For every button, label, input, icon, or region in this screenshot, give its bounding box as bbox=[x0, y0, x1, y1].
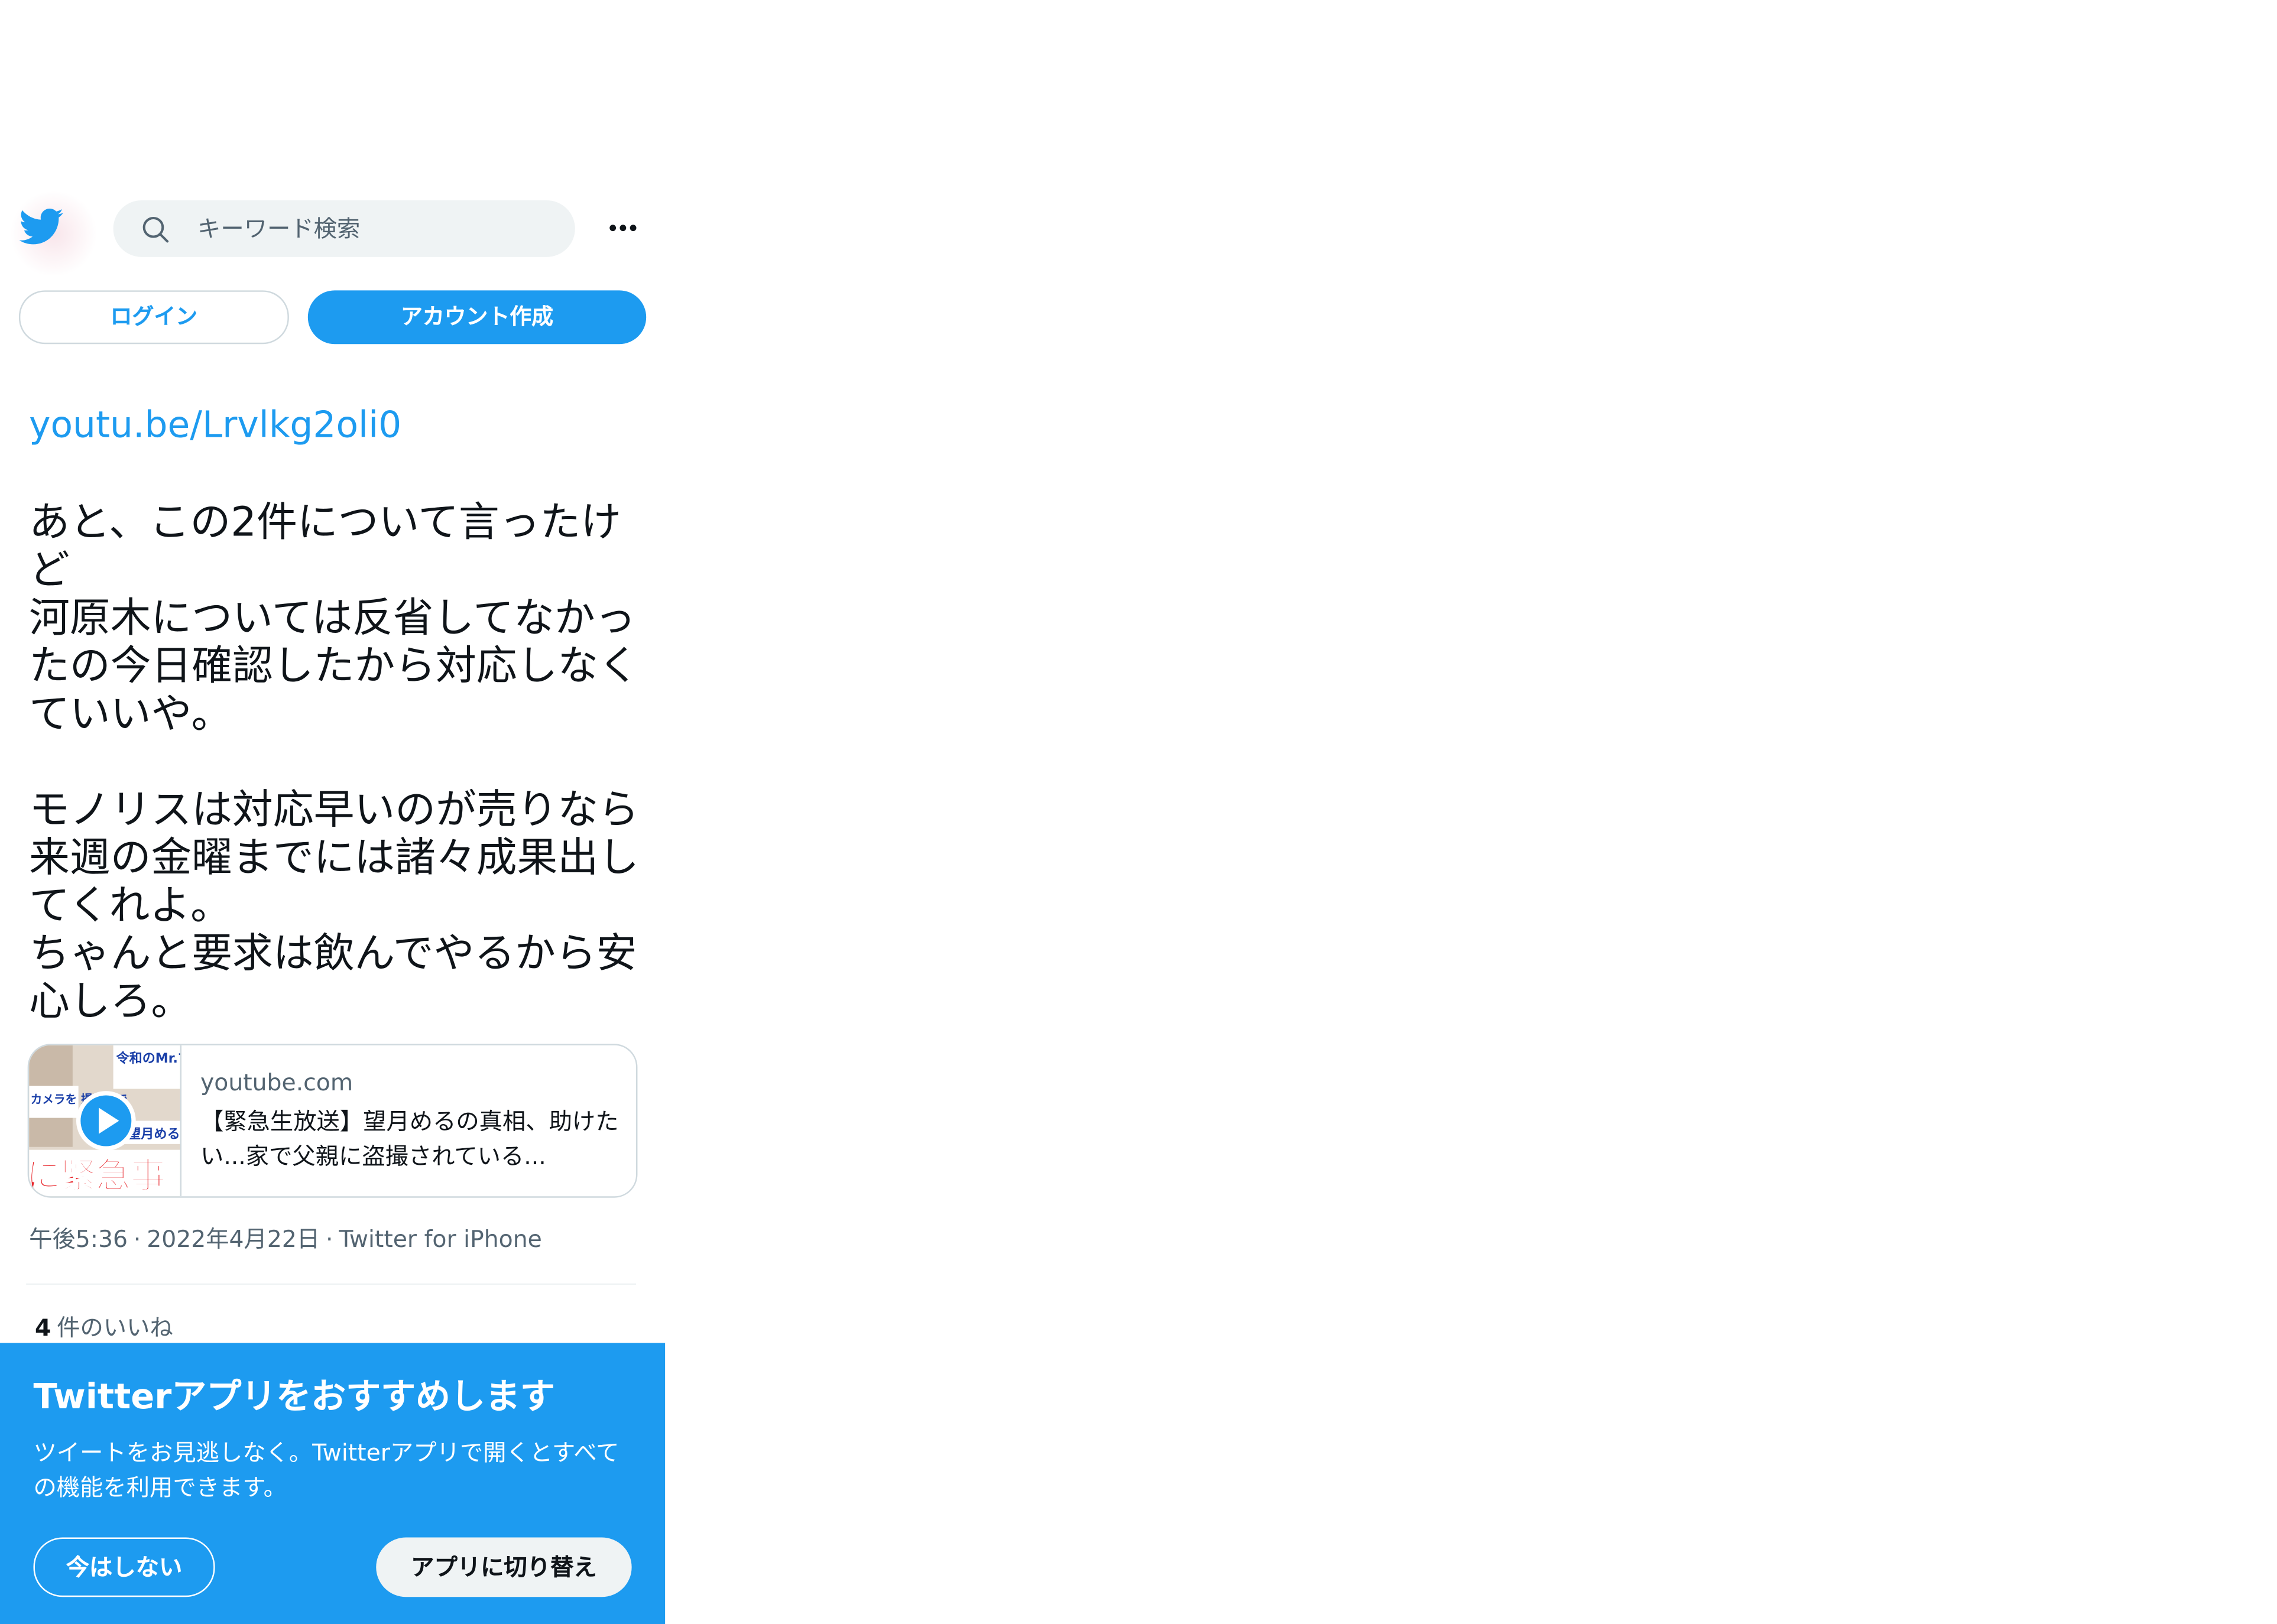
tweet-source[interactable]: Twitter for iPhone bbox=[339, 1225, 541, 1253]
tweet-date[interactable]: 2022年4月22日 bbox=[147, 1225, 320, 1253]
tweet-meta: 午後5:36 · 2022年4月22日 · Twitter for iPhone bbox=[29, 1224, 542, 1256]
meta-separator: · bbox=[133, 1225, 141, 1253]
page: ログイン アカウント作成 youtu.be/Lrvlkg2oli0 あと、この2… bbox=[0, 0, 2277, 1624]
banner-title: Twitterアプリをおすすめします bbox=[33, 1376, 555, 1417]
more-horizontal-icon[interactable] bbox=[601, 207, 645, 248]
card-domain: youtube.com bbox=[200, 1068, 353, 1096]
twitter-bird-icon[interactable] bbox=[17, 203, 64, 250]
card-thumbnail: 令和のMr.マ 詐欺あっさん カメラを 撮通話で 望月める に緊急事 bbox=[29, 1045, 180, 1197]
not-now-button[interactable]: 今はしない bbox=[33, 1537, 215, 1597]
tweet-text: あと、この2件について言ったけど 河原木については反省してなかったの今日確認した… bbox=[29, 498, 639, 1025]
likes-label: 件のいいね bbox=[57, 1314, 173, 1342]
login-button[interactable]: ログイン bbox=[18, 290, 289, 345]
card-title: 【緊急生放送】望月めるの真相、助けたい...家で父親に盗撮されている... bbox=[200, 1107, 619, 1171]
meta-separator: · bbox=[326, 1225, 333, 1253]
link-card[interactable]: 令和のMr.マ 詐欺あっさん カメラを 撮通話で 望月める に緊急事 youtu… bbox=[27, 1044, 638, 1198]
thumb-text-bottom: に緊急事 bbox=[29, 1155, 166, 1196]
search-icon bbox=[142, 216, 169, 243]
create-account-button[interactable]: アカウント作成 bbox=[307, 290, 647, 345]
search-input[interactable] bbox=[197, 200, 561, 257]
switch-to-app-button[interactable]: アプリに切り替え bbox=[376, 1537, 632, 1597]
app-banner: Twitterアプリをおすすめします ツイートをお見逃しなく。Twitterアプ… bbox=[0, 1343, 666, 1624]
play-icon bbox=[76, 1091, 136, 1151]
meta-divider bbox=[26, 1283, 636, 1285]
thumb-text-top-right: 令和のMr.マ 詐欺あっさん bbox=[116, 1051, 180, 1066]
card-divider bbox=[180, 1045, 182, 1197]
banner-description: ツイートをお見逃しなく。Twitterアプリで開くとすべての機能を利用できます。 bbox=[33, 1438, 619, 1502]
tweet-link[interactable]: youtu.be/Lrvlkg2oli0 bbox=[29, 401, 401, 450]
search-box[interactable] bbox=[113, 200, 575, 257]
header bbox=[0, 186, 665, 276]
tweet-time[interactable]: 午後5:36 bbox=[29, 1225, 128, 1253]
likes-count: 4 bbox=[34, 1314, 51, 1342]
likes-link[interactable]: 4 件のいいね bbox=[35, 1314, 173, 1343]
